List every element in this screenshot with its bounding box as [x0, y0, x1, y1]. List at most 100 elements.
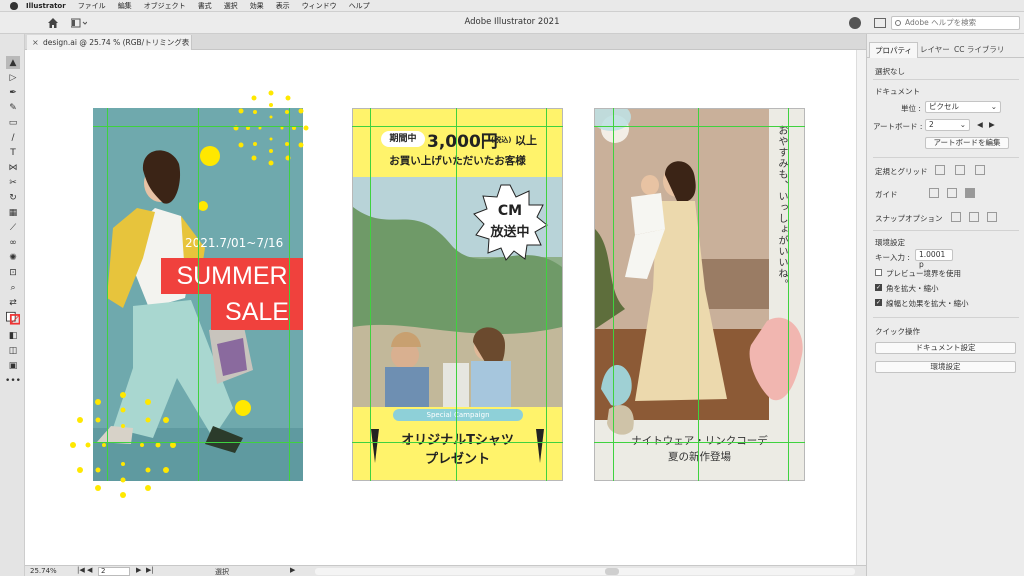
- guide-line: [698, 108, 699, 481]
- swap-colors-icon[interactable]: ⇄: [6, 296, 20, 309]
- unit-select-value: ピクセル: [929, 102, 959, 111]
- document-tab[interactable]: × design.ai @ 25.74 % (RGB/トリミング表示): [27, 35, 192, 62]
- campaign-amount: 3,000円: [427, 132, 498, 152]
- show-guides-icon[interactable]: [929, 188, 939, 198]
- scroll-thumb[interactable]: [605, 568, 619, 575]
- status-arrow-icon[interactable]: ▶: [290, 566, 295, 574]
- chevron-down-icon: ⌄: [959, 120, 966, 129]
- next-artboard-button[interactable]: ▶: [136, 566, 141, 574]
- help-search-input[interactable]: Adobe ヘルプを検索: [891, 16, 1020, 30]
- ruler-icon[interactable]: [935, 165, 945, 175]
- fill-stroke-icon[interactable]: [6, 311, 20, 325]
- smart-guides-icon[interactable]: [965, 188, 975, 198]
- eyedropper-tool-icon[interactable]: ⟋: [6, 221, 20, 234]
- pen-tool-icon[interactable]: ✒: [6, 86, 20, 99]
- pastel-shapes-decoration: [595, 109, 803, 435]
- apple-icon[interactable]: [10, 1, 18, 10]
- selection-tool-icon[interactable]: ▲: [6, 56, 20, 69]
- user-account-icon[interactable]: [849, 17, 861, 29]
- artboard-tool-icon[interactable]: ⊡: [6, 266, 20, 279]
- properties-panel: プロパティ レイヤー CC ライブラリ 選択なし ドキュメント 単位 : ピクセ…: [866, 34, 1024, 576]
- close-icon[interactable]: ×: [32, 35, 39, 50]
- screen-mode-icon[interactable]: ▣: [6, 359, 20, 372]
- symbol-sprayer-tool-icon[interactable]: ✺: [6, 251, 20, 264]
- rotate-tool-icon[interactable]: ↻: [6, 191, 20, 204]
- tab-properties[interactable]: プロパティ: [869, 42, 919, 58]
- tools-panel: ▲ ▷ ✒ ✎ ▭ ∕ T ⋈ ✂ ↻ ▦ ⟋ ∞ ✺ ⊡ ⌕ ⇄ ◧ ◫ ▣ …: [0, 34, 25, 576]
- menu-object[interactable]: オブジェクト: [144, 1, 186, 11]
- campaign-threshold: 以上: [515, 134, 537, 147]
- guide-line: [107, 108, 108, 481]
- window-title: Adobe Illustrator 2021: [464, 17, 560, 27]
- next-artboard-icon[interactable]: ▶: [989, 120, 995, 129]
- blend-tool-icon[interactable]: ∞: [6, 236, 20, 249]
- menu-file[interactable]: ファイル: [78, 1, 106, 11]
- menu-edit[interactable]: 編集: [118, 1, 132, 11]
- menu-effect[interactable]: 効果: [250, 1, 264, 11]
- campaign-tax-note: (税込): [491, 136, 512, 144]
- guide-line: [456, 108, 457, 481]
- menu-window[interactable]: ウィンドウ: [302, 1, 337, 11]
- preferences-button[interactable]: 環境設定: [875, 361, 1016, 373]
- scissors-tool-icon[interactable]: ✂: [6, 176, 20, 189]
- pixel-grid-icon[interactable]: [975, 165, 985, 175]
- vertical-scrollbar[interactable]: [856, 50, 866, 565]
- sale-line-summer: SUMMER: [161, 258, 303, 294]
- scale-strokes-checkbox[interactable]: ✓: [875, 299, 882, 306]
- gradient-tool-icon[interactable]: ▦: [6, 206, 20, 219]
- zoom-tool-icon[interactable]: ⌕: [6, 281, 20, 294]
- snap-to-point-icon[interactable]: [951, 212, 961, 222]
- artboard-nightwear[interactable]: おやすみも、いっしょがいいね。 ナイトウェア・リンクコーデ 夏の新作登場: [594, 108, 805, 481]
- rectangle-tool-icon[interactable]: ▭: [6, 116, 20, 129]
- grid-icon[interactable]: [955, 165, 965, 175]
- horizontal-scrollbar[interactable]: [315, 568, 855, 575]
- special-campaign-ribbon: Special Campaign: [393, 409, 523, 421]
- prev-artboard-button[interactable]: ◀: [87, 566, 92, 574]
- curvature-tool-icon[interactable]: ✎: [6, 101, 20, 114]
- document-setup-button[interactable]: ドキュメント設定: [875, 342, 1016, 354]
- first-artboard-button[interactable]: |◀: [77, 566, 85, 574]
- canvas[interactable]: 2021.7/01~7/16 SUMMER SALE 期間中 3,000円 (税…: [25, 50, 866, 565]
- artboard-number[interactable]: 2: [98, 567, 130, 576]
- type-tool-icon[interactable]: T: [6, 146, 20, 159]
- artboard-select[interactable]: 2 ⌄: [925, 119, 970, 131]
- direct-selection-tool-icon[interactable]: ▷: [6, 71, 20, 84]
- tab-cc-libraries[interactable]: CC ライブラリ: [949, 42, 1009, 58]
- menu-help[interactable]: ヘルプ: [349, 1, 370, 11]
- paintbrush-tool-icon[interactable]: ∕: [6, 131, 20, 144]
- snap-to-pixel-icon[interactable]: [987, 212, 997, 222]
- footer-accent-marks: [371, 429, 544, 463]
- edit-artboard-button[interactable]: アートボードを編集: [925, 137, 1009, 149]
- snap-options-title: スナップオプション: [875, 214, 943, 223]
- preferences-title: 環境設定: [875, 238, 905, 247]
- guide-line: [788, 108, 789, 481]
- menu-type[interactable]: 書式: [198, 1, 212, 11]
- menu-view[interactable]: 表示: [276, 1, 290, 11]
- preview-bounds-checkbox[interactable]: [875, 269, 882, 276]
- menu-select[interactable]: 選択: [224, 1, 238, 11]
- sale-date: 2021.7/01~7/16: [185, 236, 284, 250]
- nightwear-footer1: ナイトウェア・リンクコーデ: [631, 435, 768, 447]
- zoom-level[interactable]: 25.74%: [30, 567, 57, 575]
- draw-mode-icon[interactable]: ◫: [6, 344, 20, 357]
- document-tabs: × design.ai @ 25.74 % (RGB/トリミング表示): [25, 34, 866, 62]
- guide-line: [594, 126, 805, 127]
- guide-line: [370, 108, 371, 481]
- sunburst-dots-top: [233, 90, 309, 166]
- color-mode-icon[interactable]: ◧: [6, 329, 20, 342]
- key-input-label: キー入力 :: [875, 253, 910, 262]
- key-input-field[interactable]: 1.0001 p: [915, 249, 953, 269]
- scale-corners-checkbox[interactable]: ✓: [875, 284, 882, 291]
- artboard-campaign[interactable]: 期間中 3,000円 (税込) 以上 お買い上げいただいたお客様 CM 放送中 …: [352, 108, 563, 481]
- panel-toggle-icon[interactable]: [874, 18, 886, 28]
- unit-select[interactable]: ピクセル ⌄: [925, 101, 1001, 113]
- snap-to-grid-icon[interactable]: [969, 212, 979, 222]
- last-artboard-button[interactable]: ▶|: [146, 566, 154, 574]
- quick-actions-title: クイック操作: [875, 327, 920, 336]
- scale-corners-label: 角を拡大・縮小: [886, 284, 939, 293]
- reflect-tool-icon[interactable]: ⋈: [6, 161, 20, 174]
- prev-artboard-icon[interactable]: ◀: [977, 120, 983, 129]
- edit-toolbar-icon[interactable]: •••: [5, 374, 21, 387]
- app-name-menu[interactable]: Illustrator: [26, 2, 66, 10]
- lock-guides-icon[interactable]: [947, 188, 957, 198]
